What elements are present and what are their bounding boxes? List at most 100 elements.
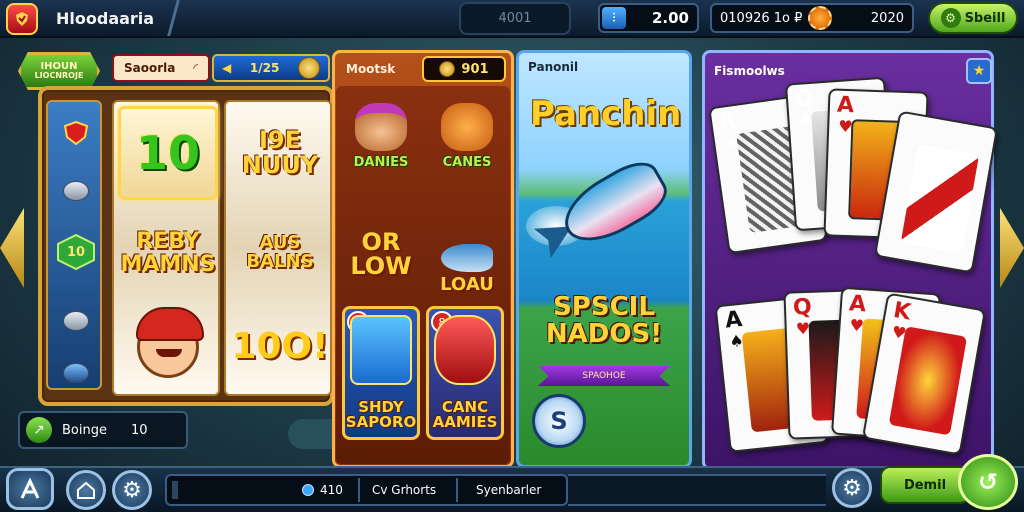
rail-gem-item[interactable]: 10 bbox=[56, 234, 96, 270]
reel-2-symbol-top: I9E NUUY bbox=[241, 125, 319, 179]
round-s-button[interactable]: S bbox=[532, 394, 586, 448]
faded-toggle[interactable] bbox=[288, 419, 334, 449]
strip-divider bbox=[456, 478, 458, 502]
game-card[interactable]: 8 CANC AAMIES bbox=[426, 306, 504, 440]
bottom-left-label: Boinge bbox=[62, 422, 107, 438]
coin-balance[interactable]: ⫶ 2.00 bbox=[598, 3, 699, 33]
top-action-label: Sbeill bbox=[964, 10, 1006, 26]
top-action-button[interactable]: ⚙ Sbeill bbox=[928, 2, 1018, 34]
scroll-right-arrow-icon[interactable] bbox=[1000, 208, 1024, 288]
reel-1-symbol-mid: REBY MAMNS bbox=[120, 228, 216, 277]
shield-logo-icon[interactable] bbox=[6, 3, 38, 35]
status-box[interactable]: 010926 1o ₽ 2020 bbox=[710, 3, 914, 33]
slot-badge[interactable]: IHOUN LIOCNROJE bbox=[18, 52, 100, 90]
card-rank: A bbox=[848, 291, 867, 318]
reel-1-symbol-bottom bbox=[118, 300, 218, 394]
game-card[interactable]: 8 SHDY SAPORO bbox=[342, 306, 420, 440]
sun-gear-icon bbox=[808, 6, 833, 30]
scroll-left-arrow-icon[interactable] bbox=[0, 208, 24, 288]
star-icon[interactable]: ★ bbox=[966, 58, 992, 84]
home-button[interactable] bbox=[66, 470, 106, 510]
game-tile-label: LOAU bbox=[440, 274, 494, 295]
status-text: 010926 1o ₽ bbox=[720, 10, 803, 26]
reel-2[interactable]: I9E NUUY AUS BALNS 10O! bbox=[224, 100, 332, 396]
fishing-title: Panchin bbox=[530, 94, 682, 134]
special-ribbon: SPAOHOE bbox=[538, 366, 670, 386]
slot-label: Saoorla ◜ bbox=[112, 54, 210, 82]
gear-icon: ⚙ bbox=[842, 475, 862, 501]
lightning-icon[interactable] bbox=[56, 360, 96, 386]
reel-1-symbol-top: 10 bbox=[118, 106, 218, 200]
play-button[interactable]: ↺ bbox=[958, 454, 1018, 510]
reel-2-symbol-mid: AUS BALNS bbox=[246, 232, 314, 272]
game-card-text: CANC AAMIES bbox=[432, 397, 498, 432]
game-tile[interactable]: LOAU bbox=[426, 214, 508, 298]
game-tile[interactable]: DANIES bbox=[340, 90, 422, 174]
fish-icon bbox=[441, 244, 493, 272]
slot-bet-value: 1/25 bbox=[249, 61, 280, 75]
games-header-value: 901 bbox=[461, 61, 489, 77]
top-center-display: 4001 bbox=[459, 2, 571, 35]
strip-value: 410 bbox=[320, 483, 343, 497]
games-header: Mootsk 901 bbox=[336, 54, 510, 84]
bottom-left-value: 10 bbox=[130, 422, 148, 438]
special-title: SPSCIL NADOS! bbox=[545, 292, 663, 350]
gear-icon: ⚙ bbox=[122, 477, 142, 503]
strip-label-2: Syenbarler bbox=[476, 483, 542, 497]
rope-icon: ◜ bbox=[193, 61, 198, 75]
bottom-left-info[interactable]: ↗ Boinge 10 bbox=[18, 411, 188, 449]
card-rank: R bbox=[717, 108, 738, 136]
slot-badge-line2: LIOCNROJE bbox=[34, 71, 84, 80]
strip-value-cell: 410 bbox=[302, 474, 343, 506]
slot-rail: 10 bbox=[46, 100, 102, 390]
game-tile-label: OR LOW bbox=[350, 228, 412, 280]
letter-a-icon bbox=[20, 477, 40, 499]
game-card-text: SHDY SAPORO bbox=[345, 397, 417, 432]
arrow-icon: ↗ bbox=[26, 417, 52, 443]
reel-1[interactable]: 10 REBY MAMNS bbox=[112, 100, 220, 396]
strip-divider bbox=[358, 478, 360, 502]
arrow-left-icon: ◀ bbox=[222, 61, 232, 75]
chip-icon[interactable] bbox=[56, 178, 96, 204]
fishing-tag: Panonil bbox=[528, 60, 579, 74]
carrot-character-icon bbox=[441, 103, 493, 151]
chip-icon[interactable] bbox=[56, 308, 96, 334]
gold-coin-icon bbox=[297, 57, 320, 79]
game-tile[interactable]: CANES bbox=[426, 90, 508, 174]
settings-button-right[interactable]: ⚙ bbox=[832, 468, 872, 508]
gold-coin-icon bbox=[439, 61, 456, 77]
games-grid: DANIES CANES OR LOW LOAU 8 SHDY SAPORO 8… bbox=[336, 86, 510, 464]
progress-strip bbox=[568, 474, 826, 506]
refresh-arrow-icon: ↺ bbox=[977, 468, 999, 496]
gear-icon: ⚙ bbox=[940, 8, 961, 28]
games-header-label: Mootsk bbox=[346, 62, 396, 76]
coin-icon: ⫶ bbox=[602, 7, 626, 29]
card-rank: A bbox=[723, 306, 744, 334]
games-header-value-box[interactable]: 901 bbox=[422, 56, 506, 82]
character-icon bbox=[355, 103, 407, 151]
rail-gem-value: 10 bbox=[66, 244, 86, 260]
strip-label-1: Cv Grhorts bbox=[372, 483, 437, 497]
shield-badge-icon[interactable] bbox=[56, 120, 96, 146]
demo-button[interactable]: Demil bbox=[880, 466, 970, 504]
rocket-icon bbox=[434, 315, 496, 385]
home-a-button[interactable] bbox=[6, 468, 54, 510]
settings-button[interactable]: ⚙ bbox=[112, 470, 152, 510]
reel-2-symbol-bottom: 10O! bbox=[231, 326, 329, 368]
game-tile[interactable]: OR LOW bbox=[340, 214, 422, 298]
slot-bet[interactable]: ◀ 1/25 bbox=[212, 54, 330, 82]
card-rank: K bbox=[891, 297, 913, 326]
slot-label-text: Saoorla bbox=[124, 61, 176, 75]
card-rank: Q bbox=[792, 294, 813, 321]
gem-icon bbox=[302, 484, 314, 496]
status-value: 2020 bbox=[870, 10, 904, 26]
house-icon bbox=[77, 481, 95, 499]
mascot-face-icon bbox=[136, 307, 204, 378]
game-tile-label: CANES bbox=[442, 155, 492, 170]
game-tile-label: DANIES bbox=[353, 155, 409, 170]
app-title: Hloodaaria bbox=[56, 9, 155, 28]
card-rank: A bbox=[836, 92, 855, 119]
fish-icon bbox=[350, 315, 412, 385]
card-art bbox=[900, 144, 980, 254]
strip-handle[interactable] bbox=[172, 481, 178, 499]
